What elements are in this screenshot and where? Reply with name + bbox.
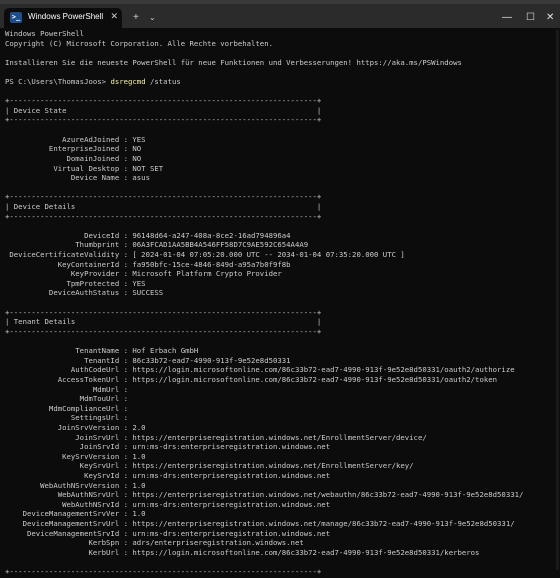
terminal-line: DomainJoined : NO <box>5 153 142 163</box>
terminal-line: +---------------------------------------… <box>5 115 322 125</box>
terminal-line: TenantName : Hof Erbach GmbH <box>5 346 199 356</box>
terminal-line: EnterpriseJoined : NO <box>5 144 142 154</box>
terminal-line: Windows PowerShell <box>5 29 85 38</box>
terminal-line: SettingsUrl : <box>5 413 129 423</box>
terminal-line: DeviceAuthStatus : SUCCESS <box>5 288 164 298</box>
tab-windows-powershell[interactable]: >_ Windows PowerShell ✕ <box>4 8 122 28</box>
terminal-line: Virtual Desktop : NOT SET <box>5 163 164 173</box>
close-tab-icon[interactable]: ✕ <box>110 11 118 22</box>
terminal-line: | Device State | <box>5 105 322 115</box>
terminal-line: Device Name : asus <box>5 173 150 183</box>
terminal-line: | Tenant Details | <box>5 317 322 327</box>
terminal-line: MdmUrl : <box>5 384 129 394</box>
scrollbar[interactable] <box>556 30 559 570</box>
terminal-line: DeviceCertificateValidity : [ 2024-01-04… <box>5 250 405 260</box>
terminal-line: TenantId : 86c33b72-ead7-4990-913f-9e52e… <box>5 355 291 365</box>
terminal-line: PS C:\Users\ThomasJoos> dsregcmd /status <box>5 77 557 87</box>
terminal-line: +---------------------------------------… <box>5 96 322 106</box>
terminal-line: +---------------------------------------… <box>5 211 322 221</box>
terminal-line: AzureAdJoined : YES <box>5 134 146 144</box>
terminal-line: WebAuthNSrvVersion : 1.0 <box>5 480 146 490</box>
terminal-line: KerbSpn : adrs/enterpriseregistration.wi… <box>5 538 304 548</box>
prompt-text: PS C:\Users\ThomasJoos> <box>5 77 111 87</box>
terminal-line: +---------------------------------------… <box>5 567 322 577</box>
terminal-line: Thumbprint : 06A3FCAD1AA5BB4A546FF58D7C9… <box>5 240 309 250</box>
terminal-line: WebAuthNSrvUrl : https://enterpriseregis… <box>5 490 524 500</box>
tab-title: Windows PowerShell <box>28 12 104 21</box>
terminal-line: Copyright (C) Microsoft Corporation. All… <box>5 38 273 48</box>
terminal-line: TpmProtected : YES <box>5 278 146 288</box>
terminal-line: AuthCodeUrl : https://login.microsoftonl… <box>5 365 515 375</box>
terminal-line: JoinSrvUrl : https://enterpriseregistrat… <box>5 432 427 442</box>
terminal-line: +---------------------------------------… <box>5 307 322 317</box>
terminal-line: +---------------------------------------… <box>5 192 322 202</box>
terminal-line: DeviceManagementSrvVer : 1.0 <box>5 509 146 519</box>
minimize-button[interactable]: — <box>502 12 512 23</box>
terminal-line: KeyProvider : Microsoft Platform Crypto … <box>5 269 282 279</box>
terminal-line: AccessTokenUrl : https://login.microsoft… <box>5 374 498 384</box>
command-args: /status <box>145 77 181 87</box>
terminal-line: JoinSrvVersion : 2.0 <box>5 422 146 432</box>
chevron-down-icon[interactable]: ⌄ <box>149 13 156 22</box>
terminal-line: KeyContainerId : fa950bfc-15ce-4846-849d… <box>5 259 291 269</box>
terminal-line: JoinSrvId : urn:ms-drs:enterpriseregistr… <box>5 442 331 452</box>
terminal-line: MdmComplianceUrl : <box>5 403 129 413</box>
terminal-line: | Device Details | <box>5 201 322 211</box>
title-bar: >_ Windows PowerShell ✕ + ⌄ — ☐ ✕ <box>0 4 560 28</box>
new-tab-button[interactable]: + <box>133 12 139 23</box>
terminal-line: MdmTouUrl : <box>5 394 129 404</box>
terminal-line: KeySrvVersion : 1.0 <box>5 451 146 461</box>
terminal-line: KerbUrl : https://login.microsoftonline.… <box>5 547 480 557</box>
powershell-icon: >_ <box>10 12 22 23</box>
terminal-line: DeviceManagementSrvId : urn:ms-drs:enter… <box>5 528 331 538</box>
terminal-line: Installieren Sie die neueste PowerShell … <box>5 57 462 67</box>
terminal-line: KeySrvId : urn:ms-drs:enterpriseregistra… <box>5 471 331 481</box>
terminal-line: KeySrvUrl : https://enterpriseregistrati… <box>5 461 414 471</box>
command-text: dsregcmd <box>110 77 146 87</box>
terminal-line: WebAuthNSrvId : urn:ms-drs:enterprisereg… <box>5 499 331 509</box>
close-window-button[interactable]: ✕ <box>546 12 554 23</box>
terminal-line: +---------------------------------------… <box>5 326 322 336</box>
terminal-output[interactable]: Windows PowerShell Copyright (C) Microsof… <box>5 29 557 577</box>
terminal-line: DeviceManagementSrvUrl : https://enterpr… <box>5 519 515 529</box>
terminal-line: DeviceId : 96148d64-a247-408a-8ce2-16ad7… <box>5 230 291 240</box>
maximize-button[interactable]: ☐ <box>526 12 535 23</box>
